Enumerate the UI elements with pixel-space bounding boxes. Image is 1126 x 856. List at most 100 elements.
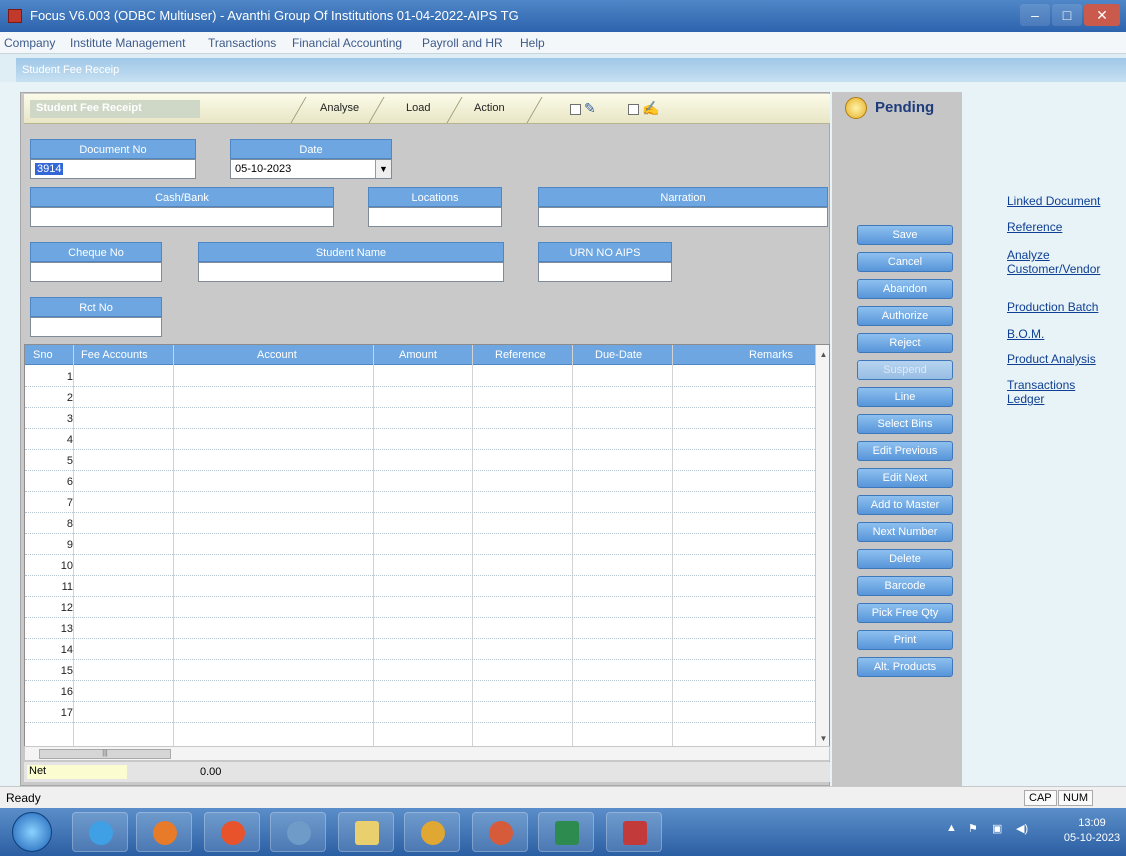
- table-row[interactable]: 8: [25, 513, 815, 534]
- table-row[interactable]: 1: [25, 366, 815, 387]
- date-label: Date: [230, 139, 392, 159]
- horizontal-scrollbar[interactable]: |||: [24, 746, 830, 761]
- volume-icon[interactable]: ◀): [1016, 822, 1028, 835]
- minimize-button[interactable]: –: [1020, 4, 1050, 26]
- firefox-icon[interactable]: [204, 812, 260, 852]
- link-analyze-customer-vendor[interactable]: Analyze Customer/Vendor: [1007, 248, 1123, 276]
- close-button[interactable]: ✕: [1084, 4, 1120, 26]
- link-reference[interactable]: Reference: [1007, 220, 1062, 234]
- column-header-account[interactable]: Account: [257, 349, 297, 361]
- cash-bank-input[interactable]: [30, 207, 334, 227]
- add-to-master-button[interactable]: Add to Master: [857, 495, 953, 515]
- cash-bank-label: Cash/Bank: [30, 187, 334, 207]
- focus-app-icon[interactable]: [606, 812, 662, 852]
- menu-payroll-and-hr[interactable]: Payroll and HR: [422, 36, 503, 50]
- narration-input[interactable]: [538, 207, 828, 227]
- toolbar-checkbox-1[interactable]: [570, 104, 581, 115]
- analyse-button[interactable]: Analyse: [320, 102, 359, 114]
- barcode-button[interactable]: Barcode: [857, 576, 953, 596]
- line-button[interactable]: Line: [857, 387, 953, 407]
- form-title: Student Fee Receipt: [30, 100, 200, 118]
- chrome-icon[interactable]: [404, 812, 460, 852]
- table-row[interactable]: 13: [25, 618, 815, 639]
- column-header-due-date[interactable]: Due-Date: [595, 349, 642, 361]
- edit-next-button[interactable]: Edit Next: [857, 468, 953, 488]
- document-no-input[interactable]: 3914: [30, 159, 196, 179]
- table-row[interactable]: 7: [25, 492, 815, 513]
- table-row[interactable]: 9: [25, 534, 815, 555]
- menu-company[interactable]: Company: [4, 36, 55, 50]
- network-tray-icon[interactable]: ▣: [992, 822, 1002, 835]
- urn-no-input[interactable]: [538, 262, 672, 282]
- cancel-button[interactable]: Cancel: [857, 252, 953, 272]
- table-row[interactable]: 3: [25, 408, 815, 429]
- network-icon[interactable]: [270, 812, 326, 852]
- table-row[interactable]: 10: [25, 555, 815, 576]
- load-button[interactable]: Load: [406, 102, 430, 114]
- menu-transactions[interactable]: Transactions: [208, 36, 276, 50]
- authorize-button[interactable]: Authorize: [857, 306, 953, 326]
- select-bins-button[interactable]: Select Bins: [857, 414, 953, 434]
- table-row[interactable]: 12: [25, 597, 815, 618]
- windows-start-icon[interactable]: [12, 812, 52, 852]
- fee-entry-grid[interactable]: Sno Fee Accounts Account Amount Referenc…: [24, 344, 830, 747]
- column-header-remarks[interactable]: Remarks: [749, 349, 793, 361]
- edit-previous-button[interactable]: Edit Previous: [857, 441, 953, 461]
- save-button[interactable]: Save: [857, 225, 953, 245]
- action-button[interactable]: Action: [474, 102, 505, 114]
- media-player-icon[interactable]: [136, 812, 192, 852]
- link-production-batch[interactable]: Production Batch: [1007, 300, 1098, 314]
- notes-icon[interactable]: ✍: [642, 100, 660, 116]
- rct-no-input[interactable]: [30, 317, 162, 337]
- locations-input[interactable]: [368, 207, 502, 227]
- attachment-icon[interactable]: ✎: [584, 100, 602, 116]
- action-center-icon[interactable]: ⚑: [968, 822, 978, 835]
- chevron-down-icon[interactable]: ▼: [375, 160, 391, 178]
- horizontal-scroll-thumb[interactable]: |||: [39, 749, 171, 759]
- toolbar-checkbox-2[interactable]: [628, 104, 639, 115]
- column-header-amount[interactable]: Amount: [399, 349, 437, 361]
- next-number-button[interactable]: Next Number: [857, 522, 953, 542]
- link-bom[interactable]: B.O.M.: [1007, 327, 1044, 341]
- menu-financial-accounting[interactable]: Financial Accounting: [292, 36, 402, 50]
- menu-help[interactable]: Help: [520, 36, 545, 50]
- cheque-no-input[interactable]: [30, 262, 162, 282]
- table-row[interactable]: 17: [25, 702, 815, 723]
- excel-icon[interactable]: [538, 812, 594, 852]
- scroll-up-icon[interactable]: ▲: [816, 347, 829, 362]
- tray-expand-icon[interactable]: ▲: [946, 822, 957, 834]
- link-linked-document[interactable]: Linked Document: [1007, 194, 1100, 208]
- table-row[interactable]: 16: [25, 681, 815, 702]
- focus-application: Focus V6.003 (ODBC Multiuser) - Avanthi …: [0, 0, 1126, 856]
- table-row[interactable]: 6: [25, 471, 815, 492]
- abandon-button[interactable]: Abandon: [857, 279, 953, 299]
- date-picker[interactable]: 05-10-2023 ▼: [230, 159, 392, 179]
- tab-student-fee-receipt[interactable]: Student Fee Receip: [16, 58, 1126, 82]
- column-header-sno[interactable]: Sno: [33, 349, 53, 361]
- system-clock[interactable]: 13:09 05-10-2023: [1062, 816, 1122, 846]
- delete-button[interactable]: Delete: [857, 549, 953, 569]
- student-name-input[interactable]: [198, 262, 504, 282]
- table-row[interactable]: 2: [25, 387, 815, 408]
- menu-institute-management[interactable]: Institute Management: [70, 36, 185, 50]
- file-explorer-icon[interactable]: [338, 812, 394, 852]
- column-header-reference[interactable]: Reference: [495, 349, 546, 361]
- table-row[interactable]: 11: [25, 576, 815, 597]
- table-row[interactable]: 5: [25, 450, 815, 471]
- link-transactions-ledger[interactable]: Transactions Ledger: [1007, 378, 1097, 406]
- table-row[interactable]: 14: [25, 639, 815, 660]
- table-row[interactable]: 15: [25, 660, 815, 681]
- ie-icon[interactable]: [72, 812, 128, 852]
- table-row[interactable]: 4: [25, 429, 815, 450]
- vertical-scrollbar[interactable]: ▲ ▼: [815, 345, 829, 746]
- column-header-fee-accounts[interactable]: Fee Accounts: [81, 349, 148, 361]
- link-product-analysis[interactable]: Product Analysis: [1007, 352, 1096, 366]
- reject-button[interactable]: Reject: [857, 333, 953, 353]
- alt-products-button[interactable]: Alt. Products: [857, 657, 953, 677]
- chrome-alt-icon[interactable]: [472, 812, 528, 852]
- pick-free-qty-button[interactable]: Pick Free Qty: [857, 603, 953, 623]
- maximize-button[interactable]: □: [1052, 4, 1082, 26]
- suspend-button[interactable]: Suspend: [857, 360, 953, 380]
- print-button[interactable]: Print: [857, 630, 953, 650]
- scroll-down-icon[interactable]: ▼: [816, 731, 829, 746]
